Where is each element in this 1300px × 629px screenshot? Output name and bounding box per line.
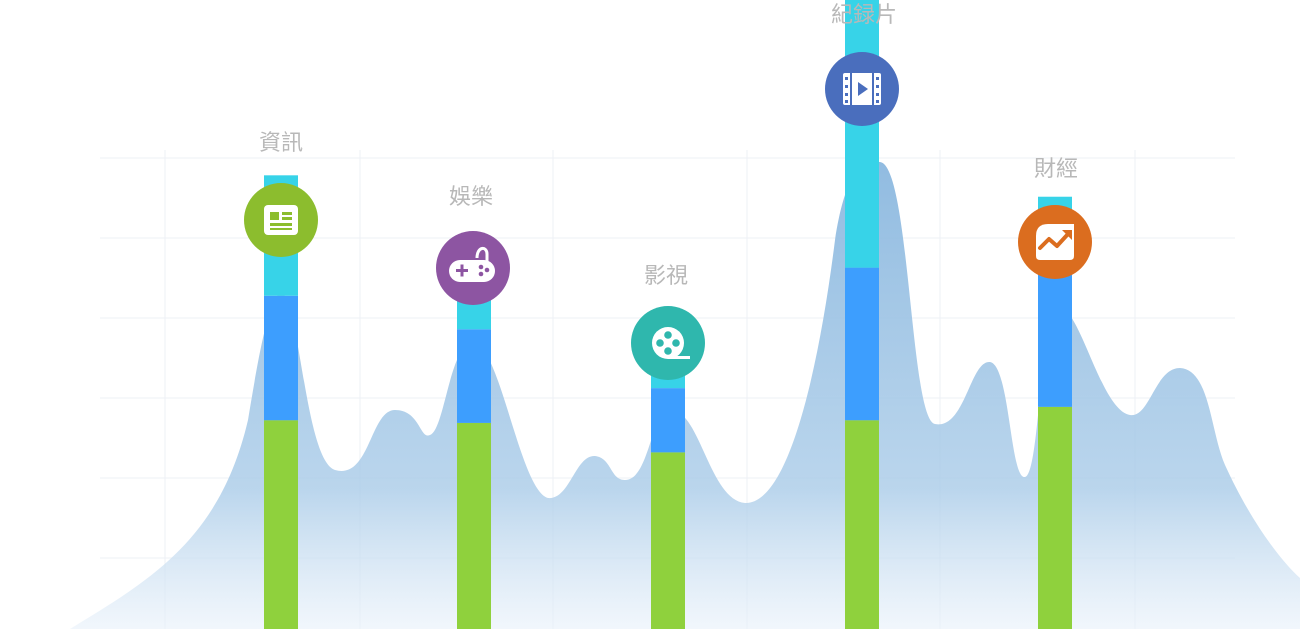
bar-2-segment-1 <box>651 388 685 453</box>
bar-0-segment-0 <box>264 420 298 629</box>
bar-1-segment-0 <box>457 422 491 629</box>
bar-2-segment-0 <box>651 452 685 629</box>
category-label-3: 紀録片 <box>831 3 897 28</box>
bar-3-segment-2 <box>845 0 879 268</box>
category-label-0: 資訊 <box>259 131 303 156</box>
bar-3-segment-1 <box>845 267 879 421</box>
news-icon <box>244 183 318 257</box>
bar-0-segment-1 <box>264 295 298 421</box>
bar-4-segment-0 <box>1038 406 1072 629</box>
icons-layer <box>244 52 1092 380</box>
category-label-4: 財經 <box>1034 157 1078 182</box>
bar-1-segment-1 <box>457 329 491 423</box>
category-label-1: 娛樂 <box>449 185 493 210</box>
gamepad-icon <box>436 231 510 305</box>
category-labels: 資訊 娛樂 影視 紀録片 財經 <box>259 3 1078 289</box>
stacked-bar-chart: 資訊 娛樂 影視 紀録片 財經 <box>70 0 1300 629</box>
bar-3-segment-0 <box>845 420 879 629</box>
film-reel-icon <box>631 306 705 380</box>
trend-chart-icon <box>1018 205 1092 279</box>
video-icon <box>825 52 899 126</box>
category-label-2: 影視 <box>644 264 688 289</box>
